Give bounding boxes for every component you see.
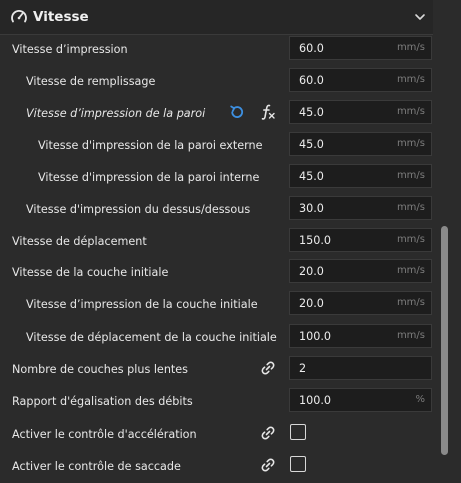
field-unit: mm/s <box>396 106 425 117</box>
field-value: 150.0 <box>299 234 332 247</box>
field-unit: mm/s <box>396 42 425 53</box>
chevron-down-icon[interactable] <box>413 10 427 24</box>
field-value: 100.0 <box>299 394 332 407</box>
field-value: 45.0 <box>299 170 324 183</box>
setting-label: Vitesse d'impression du dessus/dessous <box>26 203 251 216</box>
link-icon[interactable] <box>259 456 277 474</box>
setting-label: Rapport d'égalisation des débits <box>12 395 193 408</box>
field-unit: mm/s <box>396 170 425 181</box>
setting-row-acceleration-control: Activer le contrôle d'accélération <box>0 420 437 451</box>
print-speed-input[interactable]: 60.0 mm/s <box>289 36 432 60</box>
acceleration-control-checkbox[interactable] <box>290 424 306 440</box>
field-value: 45.0 <box>299 138 324 151</box>
setting-label: Vitesse de déplacement de la couche init… <box>26 331 277 344</box>
setting-label: Activer le contrôle de saccade <box>12 460 181 473</box>
field-unit: mm/s <box>396 234 425 245</box>
jerk-control-checkbox[interactable] <box>290 456 306 472</box>
outer-wall-speed-input[interactable]: 45.0 mm/s <box>289 132 432 156</box>
speedometer-icon <box>11 10 27 23</box>
field-unit: mm/s <box>396 265 425 276</box>
top-bottom-speed-input[interactable]: 30.0 mm/s <box>289 196 432 220</box>
setting-label: Vitesse d'impression de la paroi externe <box>38 139 263 152</box>
field-value: 20.0 <box>299 265 324 278</box>
field-value: 100.0 <box>299 330 332 343</box>
scrollbar-thumb[interactable] <box>441 226 448 455</box>
field-value: 45.0 <box>299 106 324 119</box>
setting-row-initial-layer-speed: Vitesse de la couche initiale 20.0 mm/s <box>0 258 437 289</box>
setting-row-jerk-control: Activer le contrôle de saccade <box>0 452 437 483</box>
field-unit: % <box>415 394 425 405</box>
setting-row-initial-layer-travel-speed: Vitesse de déplacement de la couche init… <box>0 323 437 354</box>
setting-label: Nombre de couches plus lentes <box>12 363 189 376</box>
setting-row-flow-ratio: Rapport d'égalisation des débits 100.0 % <box>0 387 437 418</box>
inner-wall-speed-input[interactable]: 45.0 mm/s <box>289 164 432 188</box>
travel-speed-input[interactable]: 150.0 mm/s <box>289 228 432 252</box>
infill-speed-input[interactable]: 60.0 mm/s <box>289 68 432 92</box>
wall-speed-input[interactable]: 45.0 mm/s <box>289 100 432 124</box>
field-value: 60.0 <box>299 74 324 87</box>
setting-label: Vitesse d’impression <box>12 43 128 56</box>
initial-layer-speed-input[interactable]: 20.0 mm/s <box>289 259 432 283</box>
setting-row-infill-speed: Vitesse de remplissage 60.0 mm/s <box>0 67 437 98</box>
setting-label: Vitesse d’impression de la couche initia… <box>26 298 258 311</box>
setting-row-print-speed: Vitesse d’impression 60.0 mm/s <box>0 35 437 66</box>
setting-row-wall-speed: Vitesse d’impression de la paroi 45.0 mm… <box>0 99 437 130</box>
field-unit: mm/s <box>396 202 425 213</box>
link-icon[interactable] <box>259 424 277 442</box>
field-value: 30.0 <box>299 202 324 215</box>
setting-row-outer-wall-speed: Vitesse d'impression de la paroi externe… <box>0 131 437 162</box>
field-value: 60.0 <box>299 42 324 55</box>
field-unit: mm/s <box>396 330 425 341</box>
setting-label: Vitesse d’impression de la paroi <box>26 107 206 120</box>
setting-row-travel-speed: Vitesse de déplacement 150.0 mm/s <box>0 227 437 258</box>
flow-ratio-input[interactable]: 100.0 % <box>289 388 432 412</box>
initial-layer-travel-speed-input[interactable]: 100.0 mm/s <box>289 324 432 348</box>
setting-label: Vitesse de remplissage <box>26 75 156 88</box>
field-unit: mm/s <box>396 74 425 85</box>
function-icon[interactable] <box>259 103 277 121</box>
field-unit: mm/s <box>396 297 425 308</box>
field-value: 2 <box>299 362 307 375</box>
section-header-speed[interactable]: Vitesse <box>0 0 433 35</box>
slower-layers-input[interactable]: 2 <box>289 356 432 380</box>
setting-label: Vitesse de déplacement <box>12 235 147 248</box>
initial-layer-print-speed-input[interactable]: 20.0 mm/s <box>289 291 432 315</box>
setting-label: Vitesse d'impression de la paroi interne <box>38 171 260 184</box>
field-value: 20.0 <box>299 297 324 310</box>
field-unit: mm/s <box>396 138 425 149</box>
setting-row-inner-wall-speed: Vitesse d'impression de la paroi interne… <box>0 163 437 194</box>
setting-row-slower-layers: Nombre de couches plus lentes 2 <box>0 355 437 386</box>
setting-row-initial-layer-print-speed: Vitesse d’impression de la couche initia… <box>0 290 437 321</box>
reset-icon[interactable] <box>228 103 246 121</box>
setting-label: Activer le contrôle d'accélération <box>12 428 197 441</box>
section-title: Vitesse <box>33 9 89 25</box>
setting-label: Vitesse de la couche initiale <box>12 266 169 279</box>
link-icon[interactable] <box>259 359 277 377</box>
speed-settings-panel: Vitesse Vitesse d’impression 60.0 mm/s V… <box>0 0 437 481</box>
setting-row-top-bottom-speed: Vitesse d'impression du dessus/dessous 3… <box>0 195 437 226</box>
